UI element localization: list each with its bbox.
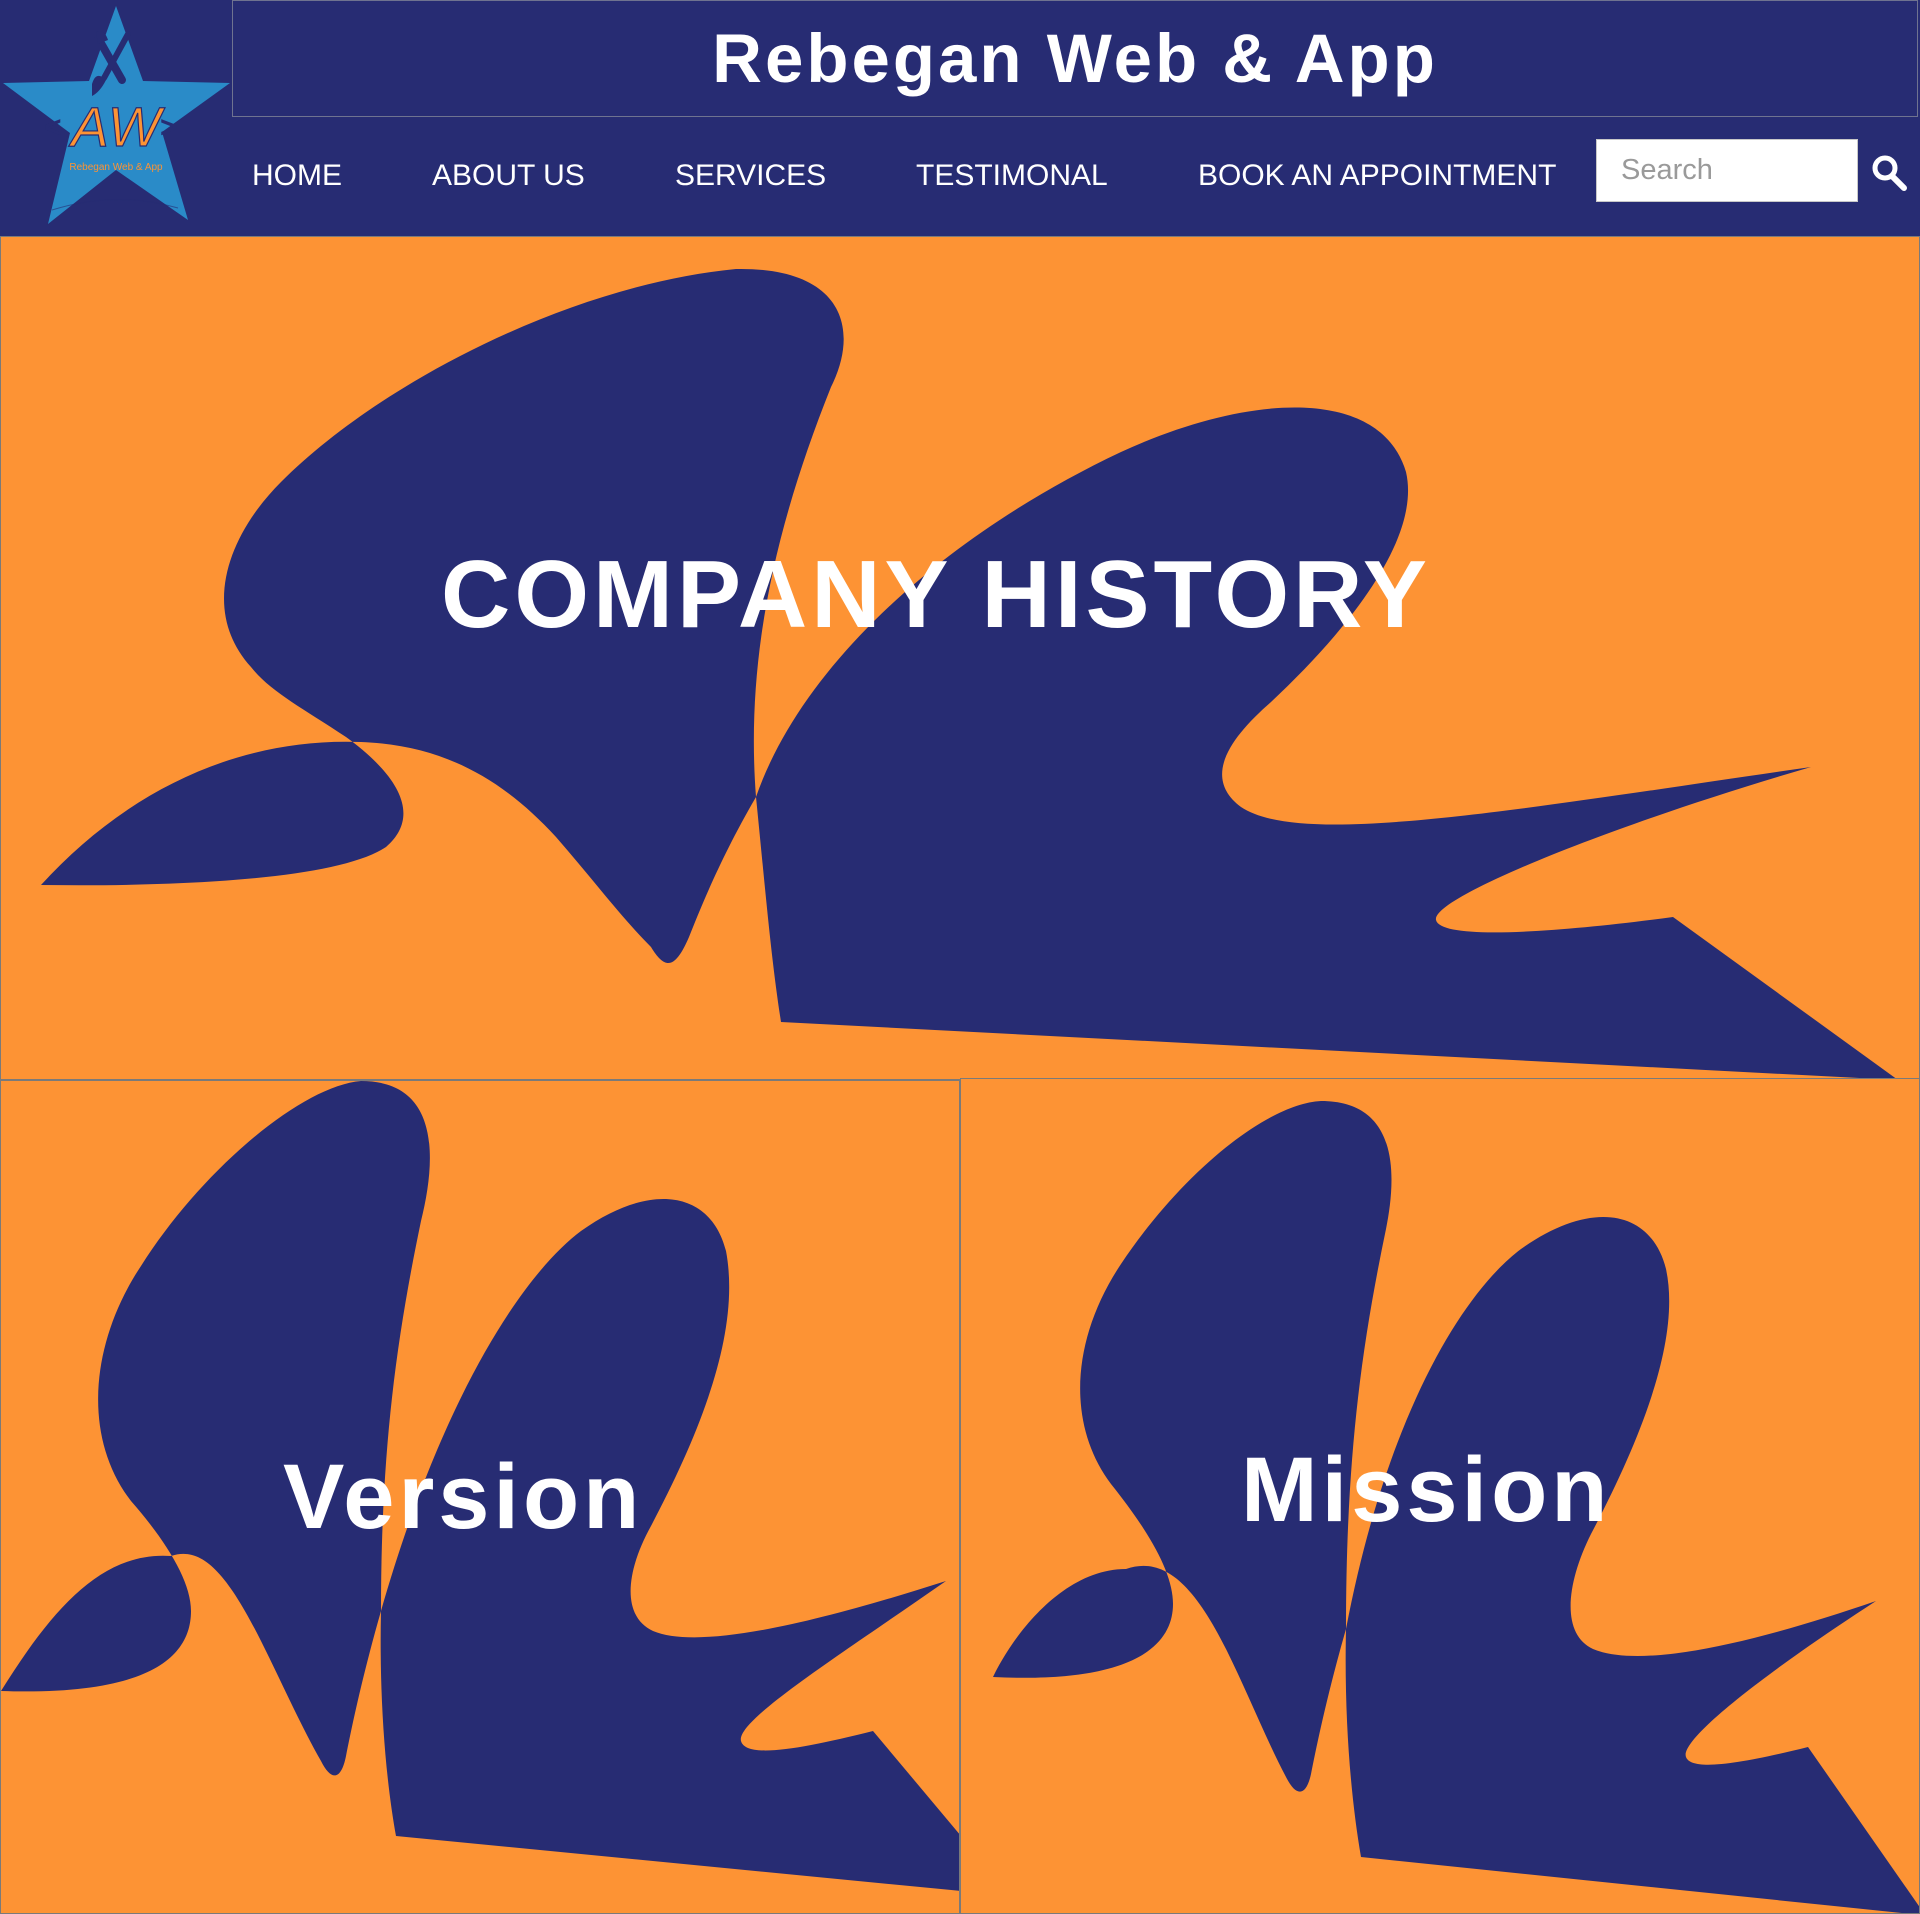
svg-text:<: < [44, 111, 62, 144]
site-title: Rebegan Web & App [712, 20, 1438, 97]
abstract-shapes-graphic [41, 268, 1897, 1079]
search-icon [1872, 155, 1907, 191]
search-input[interactable] [1596, 139, 1858, 202]
nav-services[interactable]: SERVICES [675, 154, 826, 198]
version-panel: Version [0, 1080, 960, 1914]
search-button[interactable] [1866, 148, 1914, 196]
mission-panel: Mission [960, 1078, 1920, 1914]
svg-text:>: > [160, 111, 178, 144]
nav-home[interactable]: HOME [252, 154, 342, 198]
site-logo[interactable]: < > AW Rebegan Web & App [0, 0, 232, 236]
nav-book-appointment[interactable]: BOOK AN APPOINTMENT [1198, 154, 1556, 198]
company-history-banner: COMPANY HISTORY [0, 236, 1920, 1080]
nav-testimonal[interactable]: TESTIMONAL [916, 154, 1108, 198]
site-header: < > AW Rebegan Web & App Rebegan Web & A… [0, 0, 1920, 236]
company-history-title: COMPANY HISTORY [441, 541, 1431, 648]
logo-initials: AW [68, 95, 165, 158]
mission-title: Mission [1241, 1439, 1612, 1541]
star-logo-icon: < > AW Rebegan Web & App [3, 6, 230, 224]
logo-tagline: Rebegan Web & App [69, 162, 163, 173]
title-bar: Rebegan Web & App [232, 0, 1918, 117]
version-title: Version [283, 1446, 644, 1548]
nav-about-us[interactable]: ABOUT US [432, 154, 585, 198]
